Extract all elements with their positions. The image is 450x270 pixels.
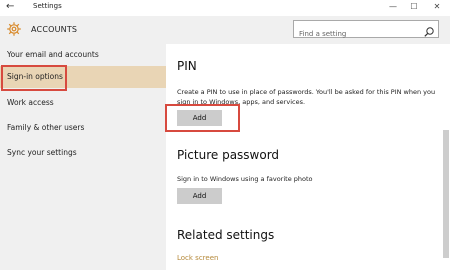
sidebar-item-label: Sync your settings — [7, 148, 77, 157]
gear-icon — [6, 21, 22, 37]
picture-password-heading: Picture password — [177, 148, 280, 162]
search-box[interactable] — [293, 20, 439, 42]
title-bar: ← Settings — ☐ ✕ — [0, 0, 450, 16]
close-button[interactable]: ✕ — [430, 1, 444, 13]
search-icon[interactable] — [423, 23, 435, 37]
sidebar-item-sync-settings[interactable]: Sync your settings — [0, 142, 166, 164]
sidebar-item-label: Family & other users — [7, 123, 85, 132]
search-input[interactable] — [294, 26, 416, 42]
add-picture-password-button[interactable]: Add — [177, 188, 222, 204]
annotation-highlight-sidebar — [1, 65, 67, 91]
lock-screen-link[interactable]: Lock screen — [177, 254, 218, 262]
picture-password-description: Sign in to Windows using a favorite phot… — [177, 175, 313, 183]
sidebar-item-label: Work access — [7, 98, 54, 107]
scrollbar-thumb[interactable] — [443, 130, 449, 258]
sidebar-item-work-access[interactable]: Work access — [0, 92, 166, 114]
annotation-highlight-add-button — [165, 104, 240, 132]
minimize-button[interactable]: — — [386, 1, 400, 13]
scrollbar[interactable] — [442, 44, 450, 270]
pin-heading: PIN — [177, 59, 197, 73]
sidebar-item-label: Your email and accounts — [7, 50, 99, 59]
maximize-button[interactable]: ☐ — [407, 1, 421, 13]
sidebar-item-family-other-users[interactable]: Family & other users — [0, 117, 166, 139]
back-arrow-icon[interactable]: ← — [6, 1, 18, 13]
section-title: ACCOUNTS — [31, 25, 78, 34]
related-settings-heading: Related settings — [177, 228, 275, 242]
window-title: Settings — [33, 2, 62, 10]
sidebar-item-email-accounts[interactable]: Your email and accounts — [0, 44, 166, 66]
